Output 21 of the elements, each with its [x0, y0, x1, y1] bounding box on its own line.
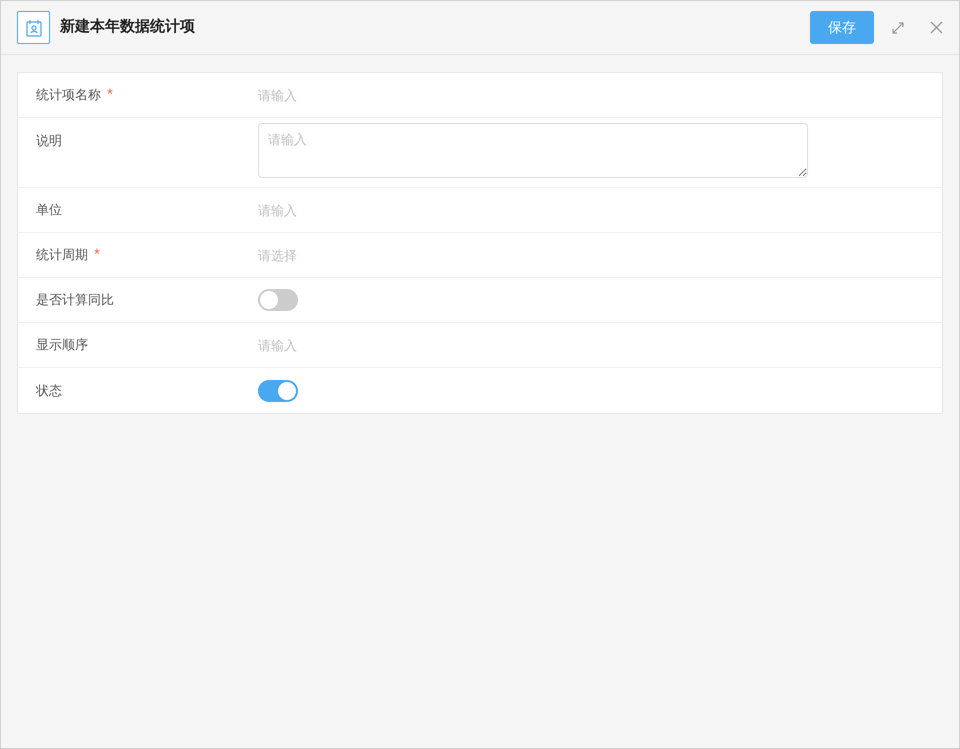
dialog-title: 新建本年数据统计项 [60, 17, 195, 38]
field-label: 状态 [36, 382, 62, 400]
input-field[interactable]: 请输入 [258, 80, 808, 110]
field-label: 显示顺序 [36, 336, 88, 354]
calendar-icon [17, 11, 50, 44]
required-mark: * [107, 84, 113, 105]
input-field[interactable]: 请输入 [258, 330, 808, 360]
field-label: 单位 [36, 201, 62, 220]
field-label: 说明 [36, 132, 62, 150]
textarea-field[interactable]: 请输入 [258, 123, 808, 178]
required-mark: * [94, 244, 100, 265]
toggle-switch[interactable] [258, 289, 298, 311]
field-label: 统计项名称 [36, 86, 101, 104]
close-icon[interactable] [929, 20, 943, 34]
field-label: 统计周期 [36, 246, 88, 264]
save-button[interactable]: 保存 [810, 11, 874, 44]
select-field[interactable]: 请选择 [258, 240, 808, 270]
toggle-switch[interactable] [258, 380, 298, 402]
expand-icon[interactable] [890, 20, 906, 36]
field-label: 是否计算同比 [36, 291, 114, 310]
input-field[interactable]: 请输入 [258, 195, 808, 225]
